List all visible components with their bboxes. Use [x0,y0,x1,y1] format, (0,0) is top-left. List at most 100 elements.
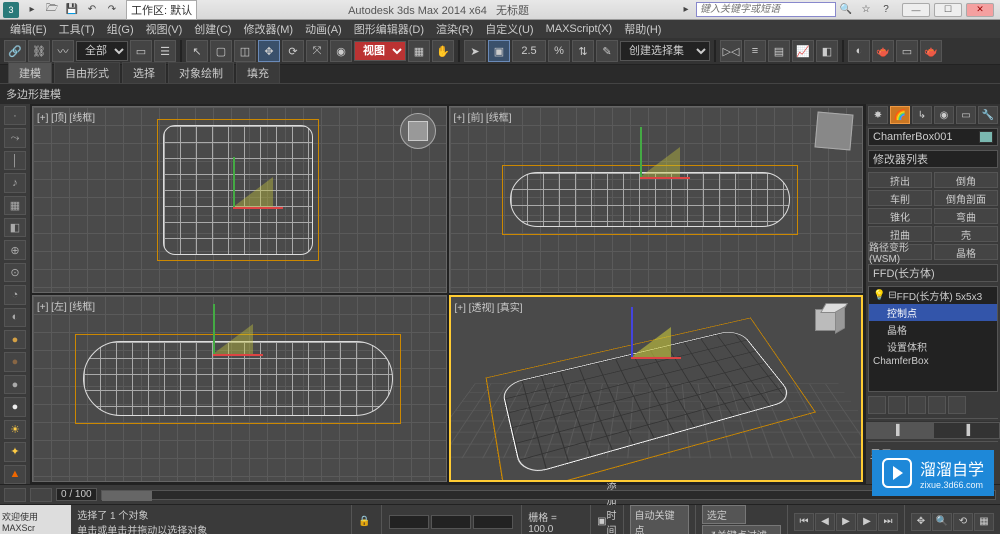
tab-freeform[interactable]: 自由形式 [54,62,120,83]
layer-icon[interactable]: ▤ [768,40,790,62]
viewport-persp[interactable]: [+] [透视] [真实] [449,295,864,482]
lt-light-icon[interactable]: ☀ [4,420,26,439]
stack-control-points[interactable]: 控制点 [869,304,997,321]
snap-toggle-icon[interactable]: ➤ [464,40,486,62]
lt-shade3-icon[interactable]: ● [4,397,26,416]
key-filter-button[interactable]: ↗关键点过滤器 [702,525,781,534]
stack-chamferbox[interactable]: ChamferBox [869,355,997,368]
close-button[interactable]: ✕ [966,3,994,17]
ref-coord[interactable]: 视图 [354,41,406,61]
bind-icon[interactable]: 〰 [52,40,74,62]
orbit-icon[interactable]: ⟲ [953,513,973,531]
max-vp-icon[interactable]: ▦ [974,513,994,531]
lt-point-icon[interactable]: · [4,106,26,125]
zoom-icon[interactable]: 🔍 [932,513,952,531]
lt-note-icon[interactable]: ♪ [4,173,26,192]
lt-d-icon[interactable]: ◐ [4,308,26,327]
window-icon[interactable]: ◫ [234,40,256,62]
lt-layer-icon[interactable]: ▦ [4,196,26,215]
unlink-icon[interactable]: ⛓ [28,40,50,62]
pan-icon[interactable]: ✥ [911,513,931,531]
menu-render[interactable]: 渲染(R) [430,21,479,37]
help-icon[interactable]: ? [877,2,895,18]
stack-unique-icon[interactable] [908,396,926,414]
render-icon[interactable]: 🫖 [920,40,942,62]
snap3d-icon[interactable]: ▣ [488,40,510,62]
viewport-left[interactable]: [+] [左] [线框] [32,295,447,482]
maximize-button[interactable]: ☐ [934,3,962,17]
viewcube-persp[interactable] [815,303,849,337]
viewport-label-top[interactable]: [+] [顶] [线框] [37,109,95,124]
tab-selection[interactable]: 选择 [122,62,166,83]
btn-chamfer[interactable]: 倒角 [934,172,998,188]
select-name-icon[interactable]: ☰ [154,40,176,62]
panel-tab-modify-icon[interactable]: 🌈 [890,106,910,124]
ffd-rollout-header[interactable]: FFD(长方体) [868,264,998,282]
pivot-icon[interactable]: ▦ [408,40,430,62]
menu-create[interactable]: 创建(C) [188,21,237,37]
menu-edit[interactable]: 编辑(E) [4,21,53,37]
named-sel-set[interactable]: 创建选择集 [620,41,710,61]
frame-indicator[interactable]: 0 / 100 [56,488,97,501]
move-icon[interactable]: ✥ [258,40,280,62]
object-color-swatch[interactable] [979,131,993,143]
edit-named-icon[interactable]: ✎ [596,40,618,62]
lt-shade1-icon[interactable]: ● [4,352,26,371]
viewport-label-front[interactable]: [+] [前] [线框] [454,109,512,124]
btn-extrude[interactable]: 挤出 [868,172,932,188]
btn-pathdeform[interactable]: 路径变形 (WSM) [868,244,932,260]
modifier-list-dropdown[interactable]: 修改器列表 [868,150,998,168]
poly-modeling-panel[interactable]: 多边形建模 [0,83,1000,104]
lt-shade2-icon[interactable]: ● [4,375,26,394]
menu-anim[interactable]: 动画(A) [299,21,348,37]
goto-start-icon[interactable]: ⏮ [794,513,814,531]
help-search[interactable] [696,2,836,17]
align-icon[interactable]: ≡ [744,40,766,62]
spinner-icon[interactable]: ⇅ [572,40,594,62]
lt-sphere-icon[interactable]: ● [4,330,26,349]
coord-x-field[interactable] [389,515,429,529]
link-icon[interactable]: 🔗 [4,40,26,62]
lt-color-icon[interactable]: ◧ [4,218,26,237]
angle-snap[interactable]: 2.5 [512,40,546,62]
menu-graphed[interactable]: 图形编辑器(D) [348,21,430,37]
btn-taper[interactable]: 锥化 [868,208,932,224]
schematic-icon[interactable]: ◧ [816,40,838,62]
stack-config-icon[interactable] [948,396,966,414]
rotate-icon[interactable]: ⟳ [282,40,304,62]
percent-snap-icon[interactable]: % [548,40,570,62]
menu-view[interactable]: 视图(V) [140,21,189,37]
add-time-tag[interactable]: ▣ 添加时间标记 [590,505,622,534]
modifier-stack[interactable]: 💡 ⊟ FFD(长方体) 5x5x3 控制点 晶格 设置体积 ChamferBo… [868,286,998,392]
tb-save-icon[interactable]: 💾 [63,2,81,18]
stack-remove-icon[interactable] [928,396,946,414]
tab-modeling[interactable]: 建模 [8,62,52,83]
toggle-right[interactable]: ▐ [933,422,1000,439]
lt-hier-icon[interactable]: ⤳ [4,128,26,147]
stack-set-volume[interactable]: 设置体积 [869,338,997,355]
time-slider-track[interactable] [101,490,996,500]
toggle-left[interactable]: ▌ [866,422,933,439]
panel-tab-hier-icon[interactable]: ↳ [912,106,932,124]
viewcube-front[interactable] [814,111,853,150]
lt-seg-icon[interactable]: │ [4,151,26,170]
panel-tab-util-icon[interactable]: 🔧 [978,106,998,124]
mirror-icon[interactable]: ▷◁ [720,40,742,62]
viewport-label-persp[interactable]: [+] [透视] [真实] [455,299,523,314]
object-name-field[interactable]: ChamferBox001 [868,128,998,146]
btn-lattice[interactable]: 晶格 [934,244,998,260]
search-icon[interactable]: 🔍 [837,2,855,18]
goto-end-icon[interactable]: ⏭ [878,513,898,531]
btn-bevel-profile[interactable]: 倒角剖面 [934,190,998,206]
coord-z-field[interactable] [473,515,513,529]
play-icon[interactable]: ▶ [836,513,856,531]
btn-shell[interactable]: 壳 [934,226,998,242]
star-icon[interactable]: ☆ [857,2,875,18]
render-frame-icon[interactable]: ▭ [896,40,918,62]
tab-objectpaint[interactable]: 对象绘制 [168,62,234,83]
viewport-top[interactable]: [+] [顶] [线框] [32,106,447,293]
btn-bend[interactable]: 弯曲 [934,208,998,224]
stack-lattice[interactable]: 晶格 [869,321,997,338]
maxscript-listener[interactable]: 欢迎使用MAXScr [0,505,71,534]
menu-tools[interactable]: 工具(T) [53,21,101,37]
